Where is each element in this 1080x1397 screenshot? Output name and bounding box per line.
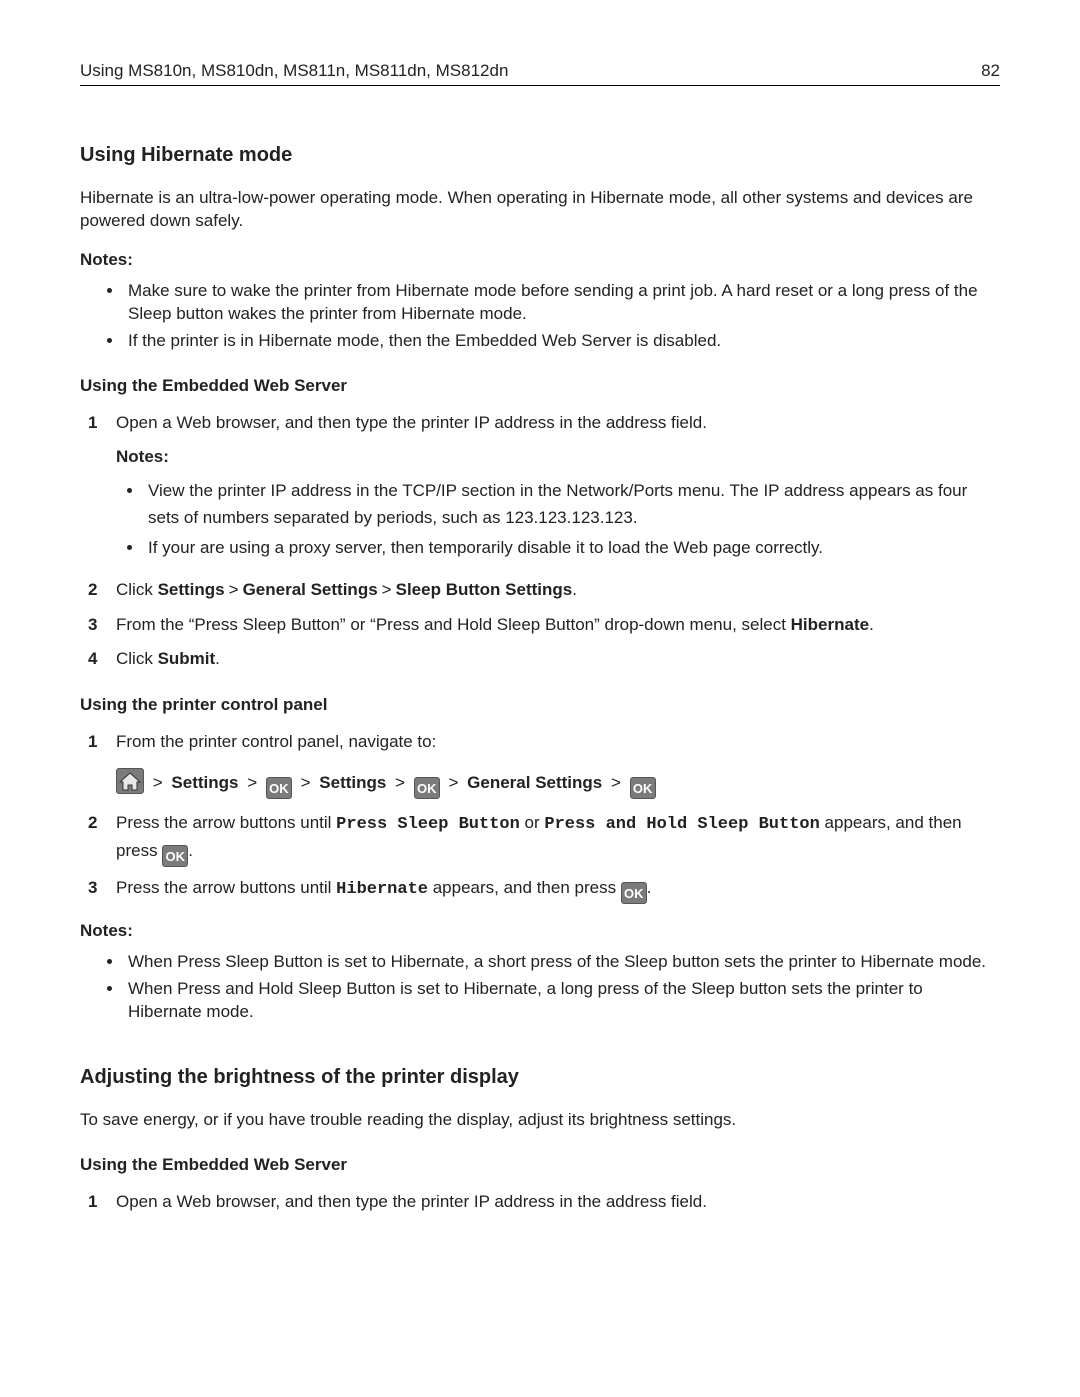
brightness-steps: Open a Web browser, and then type the pr… (80, 1189, 1000, 1215)
step-text: Click (116, 580, 158, 599)
ok-icon: OK (621, 882, 647, 904)
menu-path: Settings (171, 773, 238, 792)
display-text: Press and Hold Sleep Button (544, 815, 819, 834)
hibernate-intro: Hibernate is an ultra-low-power operatin… (80, 187, 1000, 233)
button-label: Submit (158, 649, 216, 668)
section-hibernate: Using Hibernate mode (80, 142, 1000, 169)
step-item: Click Submit. (80, 646, 1000, 672)
step-text: Open a Web browser, and then type the pr… (116, 413, 707, 432)
menu-path: Settings (158, 580, 225, 599)
step-item: Press the arrow buttons until Hibernate … (80, 875, 1000, 904)
control-panel-steps: From the printer control panel, navigate… (80, 729, 1000, 904)
ews-steps: Open a Web browser, and then type the pr… (80, 410, 1000, 673)
notes-label: Notes: (80, 920, 1000, 943)
step-notes: View the printer IP address in the TCP/I… (116, 478, 1000, 561)
step-text: Open a Web browser, and then type the pr… (116, 1192, 707, 1211)
step-item: From the “Press Sleep Button” or “Press … (80, 612, 1000, 638)
header-title: Using MS810n, MS810dn, MS811n, MS811dn, … (80, 60, 508, 83)
nav-path: > Settings > OK > Settings > OK > Genera… (116, 766, 1000, 800)
ok-icon: OK (414, 777, 440, 799)
step-text: From the printer control panel, navigate… (116, 732, 436, 751)
menu-path: Settings (319, 773, 386, 792)
note-item: When Press Sleep Button is set to Hibern… (124, 951, 1000, 974)
menu-path: Sleep Button Settings (396, 580, 573, 599)
note-item: View the printer IP address in the TCP/I… (144, 478, 1000, 531)
ok-icon: OK (630, 777, 656, 799)
step-text: Press the arrow buttons until (116, 813, 336, 832)
step-item: Open a Web browser, and then type the pr… (80, 410, 1000, 562)
page-number: 82 (981, 60, 1000, 83)
menu-path: General Settings (467, 773, 602, 792)
step-item: Press the arrow buttons until Press Slee… (80, 810, 1000, 867)
note-item: Make sure to wake the printer from Hiber… (124, 280, 1000, 326)
display-text: Hibernate (336, 880, 428, 899)
note-item: If the printer is in Hibernate mode, the… (124, 330, 1000, 353)
step-item: From the printer control panel, navigate… (80, 729, 1000, 799)
step-item: Click Settings>General Settings>Sleep Bu… (80, 577, 1000, 603)
home-icon (116, 768, 144, 794)
section-brightness: Adjusting the brightness of the printer … (80, 1064, 1000, 1091)
step-text: From the “Press Sleep Button” or “Press … (116, 615, 791, 634)
note-item: When Press and Hold Sleep Button is set … (124, 978, 1000, 1024)
hibernate-notes: Make sure to wake the printer from Hiber… (80, 280, 1000, 353)
control-panel-notes: When Press Sleep Button is set to Hibern… (80, 951, 1000, 1024)
notes-label: Notes: (116, 444, 1000, 470)
note-item: If your are using a proxy server, then t… (144, 535, 1000, 561)
ok-icon: OK (266, 777, 292, 799)
menu-path: General Settings (243, 580, 378, 599)
ok-icon: OK (162, 845, 188, 867)
notes-label: Notes: (80, 249, 1000, 272)
step-item: Open a Web browser, and then type the pr… (80, 1189, 1000, 1215)
option-value: Hibernate (791, 615, 869, 634)
subheading-ews: Using the Embedded Web Server (80, 375, 1000, 398)
subheading-control-panel: Using the printer control panel (80, 694, 1000, 717)
brightness-intro: To save energy, or if you have trouble r… (80, 1109, 1000, 1132)
step-text: Click (116, 649, 158, 668)
subheading-ews: Using the Embedded Web Server (80, 1154, 1000, 1177)
step-text: Press the arrow buttons until (116, 878, 336, 897)
page-header: Using MS810n, MS810dn, MS811n, MS811dn, … (80, 60, 1000, 86)
display-text: Press Sleep Button (336, 815, 520, 834)
